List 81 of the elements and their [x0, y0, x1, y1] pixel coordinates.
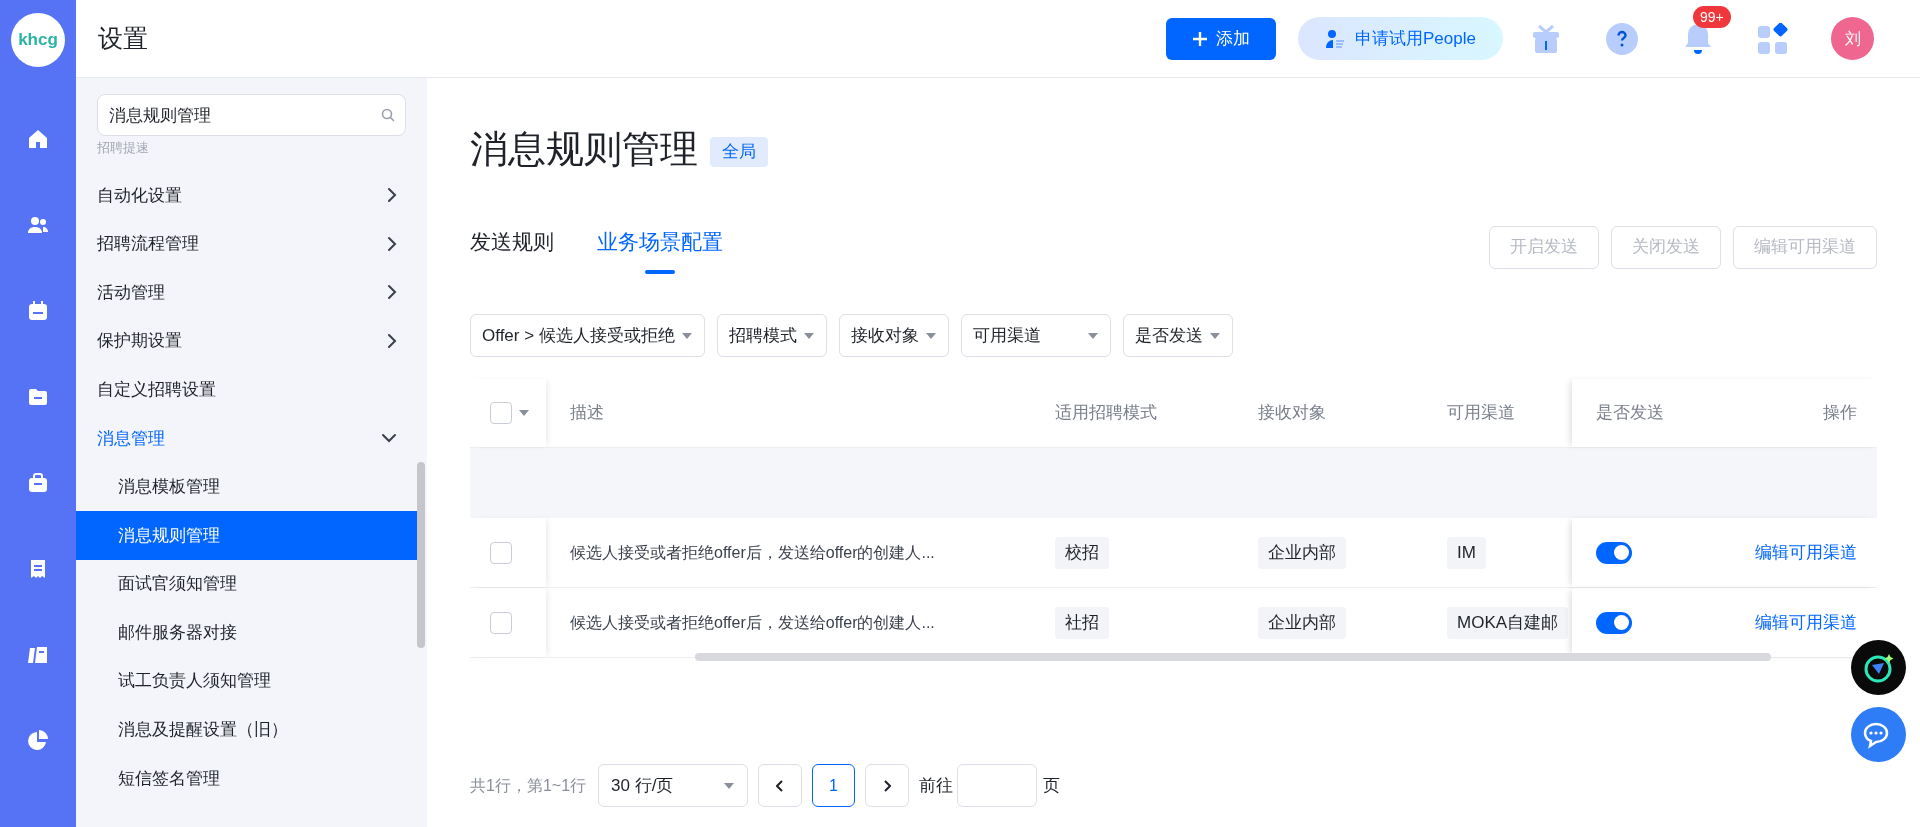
page-size-dropdown[interactable]: 30 行/页	[598, 764, 749, 807]
section-hint: 招聘提速	[97, 139, 149, 157]
filter-dropdown[interactable]: 是否发送	[1122, 314, 1233, 357]
sidebar-subitem[interactable]: 消息规则管理	[76, 511, 417, 560]
checkbox[interactable]	[490, 402, 512, 424]
briefcase-icon[interactable]	[26, 471, 50, 495]
page-number-field[interactable]	[957, 764, 1038, 807]
sidebar-subitem[interactable]: 消息模板管理	[76, 462, 417, 512]
page-title: 设置	[98, 22, 148, 54]
tag: 企业内部	[1258, 536, 1346, 569]
filter-dropdown[interactable]: 可用渠道	[960, 314, 1111, 357]
trial-button[interactable]: 申请试用People	[1298, 17, 1503, 60]
sidebar-subitem[interactable]: 面试官须知管理	[76, 559, 417, 609]
help-icon[interactable]	[1606, 22, 1638, 55]
search-icon[interactable]	[381, 108, 395, 122]
sidebar-item[interactable]: 消息管理	[76, 413, 427, 463]
caret-down-icon	[1208, 331, 1221, 340]
chevron-right-icon	[387, 333, 397, 350]
chevron-right-icon	[387, 284, 397, 301]
sidebar-item[interactable]: 保护期设置	[76, 316, 427, 366]
plus-icon	[1192, 30, 1208, 47]
sidebar-subitem[interactable]: 短信签名管理	[76, 754, 417, 803]
table-cell-text: 候选人接受或者拒绝offer后，发送给offer的创建人...	[570, 612, 936, 633]
caret-down-icon	[924, 331, 937, 340]
tag: 校招	[1055, 536, 1109, 569]
edit-channel-link[interactable]: 编辑可用渠道	[1755, 609, 1857, 636]
sidebar-subitem[interactable]: 消息及提醒设置（旧）	[76, 705, 417, 755]
column-header: 接收对象	[1258, 402, 1327, 425]
tag: IM	[1447, 536, 1486, 569]
pagination-summary: 共1行，第1~1行	[470, 775, 587, 796]
chevron-right-icon	[883, 779, 892, 792]
caret-down-icon	[1086, 331, 1099, 340]
sidebar-subitem[interactable]: 邮件服务器对接	[76, 608, 417, 657]
toggle-switch[interactable]	[1596, 611, 1632, 634]
column-header: 适用招聘模式	[1055, 402, 1158, 425]
filter-dropdown[interactable]: 接收对象	[838, 314, 949, 357]
filter-dropdown[interactable]: Offer > 候选人接受或拒绝	[470, 314, 705, 357]
tag: MOKA自建邮	[1447, 606, 1569, 639]
sidebar-item[interactable]: 招聘流程管理	[76, 219, 427, 269]
search-field[interactable]: 消息规则管理	[97, 94, 406, 136]
column-header: 是否发送	[1596, 402, 1664, 425]
toggle-switch[interactable]	[1596, 541, 1632, 564]
sidebar-item[interactable]: 自动化设置	[76, 171, 427, 220]
sidebar-item[interactable]: 自定义招聘设置	[76, 365, 427, 414]
table-cell-text: 候选人接受或者拒绝offer后，发送给offer的创建人...	[570, 542, 936, 563]
chevron-right-icon	[387, 187, 397, 204]
column-header: 描述	[570, 402, 605, 425]
caret-down-icon	[680, 331, 693, 340]
column-header: 可用渠道	[1447, 402, 1515, 425]
tag: 企业内部	[1258, 606, 1346, 639]
horizontal-scroll-thumb[interactable]	[695, 653, 1771, 661]
pie-chart-icon[interactable]	[26, 729, 50, 753]
apps-icon[interactable]	[1757, 22, 1789, 55]
page-heading: 消息规则管理	[470, 126, 698, 172]
assistant-icon[interactable]	[1851, 640, 1906, 695]
filter-dropdown[interactable]: 招聘模式	[716, 314, 827, 357]
checkbox[interactable]	[490, 541, 512, 564]
notification-badge: 99+	[1693, 5, 1731, 28]
page-unit-label: 页	[1043, 774, 1061, 797]
sidebar-subitem[interactable]: 试工负责人须知管理	[76, 656, 417, 706]
chevron-down-icon	[381, 433, 397, 444]
chevron-left-icon	[776, 779, 785, 792]
chat-icon[interactable]	[1851, 707, 1906, 762]
goto-label: 前往	[919, 774, 954, 797]
checkbox[interactable]	[490, 611, 512, 634]
scope-badge: 全局	[710, 137, 768, 167]
caret-down-icon	[802, 331, 815, 340]
page-button[interactable]: 1	[812, 764, 856, 807]
column-header: 操作	[1823, 402, 1857, 425]
caret-down-icon	[518, 409, 530, 417]
tag: 社招	[1055, 606, 1109, 639]
scroll-thumb[interactable]	[417, 462, 425, 648]
add-button[interactable]: 添加	[1166, 17, 1276, 60]
home-icon[interactable]	[26, 127, 50, 151]
caret-down-icon	[723, 781, 736, 790]
calendar-icon[interactable]	[26, 299, 50, 323]
sidebar-item[interactable]: 活动管理	[76, 268, 427, 317]
edit-channel-link[interactable]: 编辑可用渠道	[1755, 539, 1857, 566]
chevron-right-icon	[387, 235, 397, 252]
tab[interactable]: 发送规则	[470, 220, 554, 274]
tab[interactable]: 业务场景配置	[597, 220, 723, 274]
